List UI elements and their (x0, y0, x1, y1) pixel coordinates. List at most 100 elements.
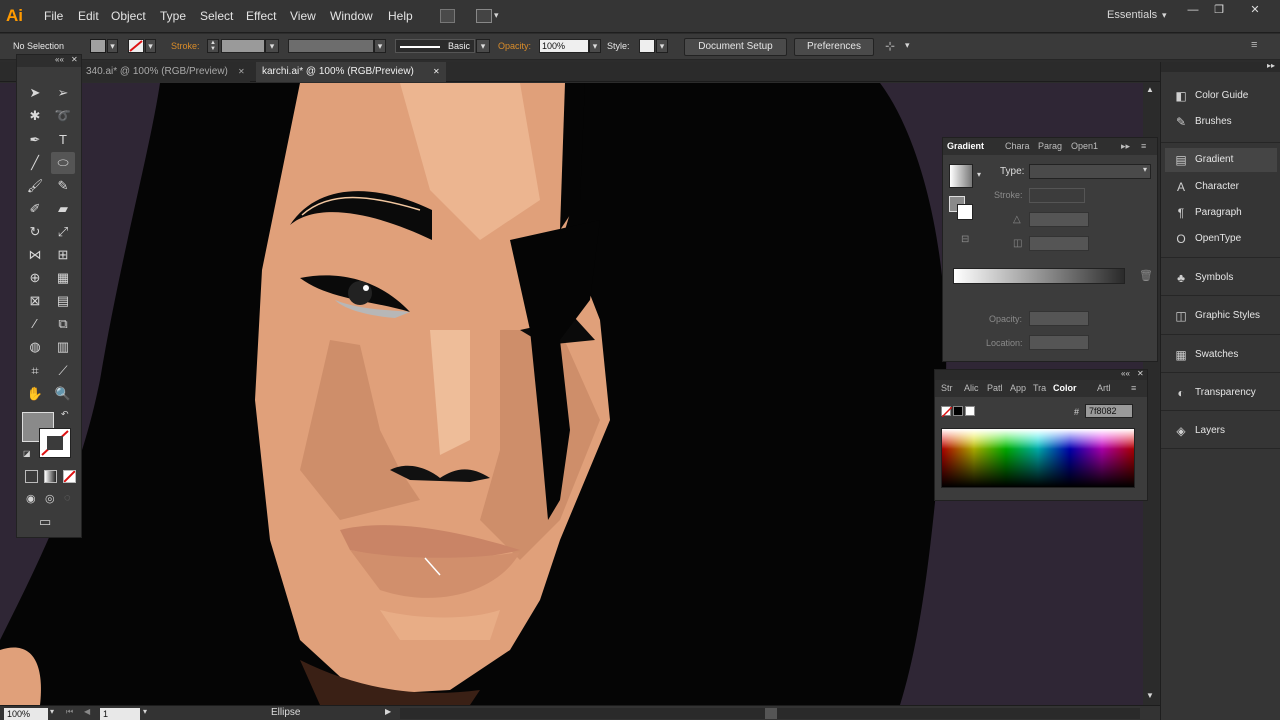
arrange-documents-icon[interactable] (476, 9, 492, 23)
status-menu-icon[interactable]: ▶ (385, 707, 391, 716)
tab-close-icon[interactable]: ✕ (433, 62, 440, 82)
stroke-weight-stepper[interactable]: ▲ ▼ (207, 39, 219, 53)
menu-file[interactable]: File (44, 9, 63, 23)
tab-340[interactable]: 340.ai* @ 100% (RGB/Preview) ✕ (80, 62, 250, 82)
menu-window[interactable]: Window (330, 9, 373, 23)
artboard-tool-icon[interactable]: ⌗ (23, 360, 47, 382)
artboard-number-input[interactable]: 1 (100, 708, 140, 720)
black-swatch[interactable] (953, 406, 963, 416)
hex-input[interactable]: 7f8082 (1085, 404, 1133, 418)
close-button[interactable]: ✕ (1244, 3, 1266, 17)
close-icon[interactable]: ✕ (71, 55, 78, 64)
eyedropper-tool-icon[interactable]: ⁄ (23, 313, 47, 335)
paintbrush-tool-icon[interactable]: 🖌 (23, 175, 47, 197)
tab-align[interactable]: Alic (964, 380, 979, 397)
tab-stroke[interactable]: Str (941, 380, 953, 397)
dock-item-character[interactable]: A Character (1165, 175, 1277, 199)
horizontal-scrollbar[interactable] (400, 708, 1140, 719)
fill-swatch[interactable] (90, 39, 106, 53)
width-tool-icon[interactable]: ⋈ (23, 244, 47, 266)
perspective-grid-tool-icon[interactable]: ▦ (51, 267, 75, 289)
document-setup-button[interactable]: Document Setup (684, 38, 787, 56)
gradient-location-input[interactable] (1029, 335, 1089, 350)
gradient-preset-dropdown-icon[interactable]: ▾ (977, 170, 981, 179)
preferences-button[interactable]: Preferences (794, 38, 874, 56)
dock-item-layers[interactable]: ◈ Layers (1165, 419, 1277, 443)
tab-close-icon[interactable]: ✕ (238, 62, 245, 82)
collapse-icon[interactable]: «« (1121, 369, 1130, 378)
white-swatch[interactable] (965, 406, 975, 416)
stroke-label[interactable]: Stroke: (171, 41, 200, 51)
color-panel-titlebar[interactable]: «« ✕ (935, 369, 1147, 380)
menu-view[interactable]: View (290, 9, 316, 23)
dock-item-brushes[interactable]: ✎ Brushes (1165, 110, 1277, 134)
lasso-tool-icon[interactable]: ➰ (51, 105, 75, 127)
menu-type[interactable]: Type (160, 9, 186, 23)
stroke-color-box[interactable] (39, 428, 71, 458)
stroke-weight-input[interactable] (221, 39, 265, 53)
line-tool-icon[interactable]: ╱ (23, 152, 47, 174)
magic-wand-tool-icon[interactable]: ✱ (23, 105, 47, 127)
pen-tool-icon[interactable]: ✒ (23, 129, 47, 151)
blend-tool-icon[interactable]: ⧉ (51, 313, 75, 335)
hand-tool-icon[interactable]: ✋ (23, 383, 47, 405)
shape-builder-tool-icon[interactable]: ⊕ (23, 267, 47, 289)
scroll-up-icon[interactable]: ▲ (1146, 85, 1154, 94)
draw-normal-icon[interactable]: ◉ (26, 492, 36, 505)
rotate-tool-icon[interactable]: ↻ (23, 221, 47, 243)
previous-artboard-icon[interactable]: ◀ (84, 707, 90, 716)
symbol-sprayer-tool-icon[interactable]: ◍ (23, 336, 47, 358)
opacity-dropdown[interactable]: ▾ (589, 39, 601, 53)
tab-artboards[interactable]: Artl (1097, 380, 1111, 397)
stroke-gradient-buttons[interactable] (1029, 188, 1085, 203)
tab-appearance[interactable]: App (1010, 380, 1026, 397)
draw-inside-icon[interactable]: ◌ (64, 492, 71, 504)
dock-item-transparency[interactable]: ◐ Transparency (1165, 381, 1277, 405)
menu-help[interactable]: Help (388, 9, 413, 23)
restore-button[interactable]: ❐ (1208, 3, 1230, 17)
color-mode-icon[interactable] (25, 470, 38, 483)
gradient-opacity-input[interactable] (1029, 311, 1089, 326)
eraser-tool-icon[interactable]: ▰ (51, 198, 75, 220)
stroke-swatch[interactable] (128, 39, 144, 53)
default-fill-stroke-icon[interactable]: ◪ (23, 449, 31, 458)
tab-gradient[interactable]: Gradient (947, 138, 984, 155)
first-artboard-icon[interactable]: ⏮ (66, 707, 73, 717)
control-menu-icon[interactable]: ≡ (1251, 39, 1257, 51)
scale-tool-icon[interactable]: ⤢ (51, 221, 75, 243)
draw-behind-icon[interactable]: ◎ (45, 492, 55, 505)
dock-header[interactable]: ▸▸ (1161, 61, 1280, 72)
panel-expand-icon[interactable]: ▸▸ (1121, 138, 1130, 155)
none-color-swatch[interactable] (941, 406, 953, 418)
gradient-mode-icon[interactable] (44, 470, 57, 483)
zoom-input[interactable]: 100% (4, 708, 48, 720)
profile-dropdown[interactable]: ▾ (374, 39, 386, 53)
gradient-tool-icon[interactable]: ▤ (51, 290, 75, 312)
swap-fill-stroke-icon[interactable]: ↶ (61, 409, 69, 420)
dock-item-paragraph[interactable]: ¶ Paragraph (1165, 201, 1277, 225)
pencil-tool-icon[interactable]: ✎ (51, 175, 75, 197)
toolbox-header[interactable]: «« ✕ (17, 55, 81, 67)
mesh-tool-icon[interactable]: ⊠ (23, 290, 47, 312)
workspace-switcher[interactable]: Essentials (1107, 9, 1157, 21)
brush-definition[interactable]: Basic (395, 39, 475, 53)
tab-character[interactable]: Chara (1005, 138, 1030, 155)
graphic-style-swatch[interactable] (639, 39, 655, 53)
arrange-dropdown-icon[interactable]: ▾ (494, 10, 499, 21)
menu-edit[interactable]: Edit (78, 9, 99, 23)
none-mode-icon[interactable] (63, 470, 76, 483)
zoom-tool-icon[interactable]: 🔍 (51, 383, 75, 405)
tab-paragraph[interactable]: Parag (1038, 138, 1062, 155)
screen-mode-icon[interactable]: ▭ (39, 514, 51, 530)
menu-object[interactable]: Object (111, 9, 146, 23)
dock-item-symbols[interactable]: ♣ Symbols (1165, 266, 1277, 290)
artboard-dropdown-icon[interactable]: ▾ (143, 707, 147, 716)
gradient-type-select[interactable]: ▾ (1029, 164, 1151, 179)
stroke-weight-dropdown[interactable]: ▾ (265, 39, 279, 53)
collapse-icon[interactable]: «« (55, 55, 64, 64)
selection-tool-icon[interactable]: ➤ (23, 82, 47, 104)
minimize-button[interactable]: — (1182, 3, 1204, 17)
brush-dropdown[interactable]: ▾ (476, 39, 490, 53)
column-graph-tool-icon[interactable]: ▥ (51, 336, 75, 358)
align-options-icon[interactable]: ⊹ (885, 39, 895, 53)
